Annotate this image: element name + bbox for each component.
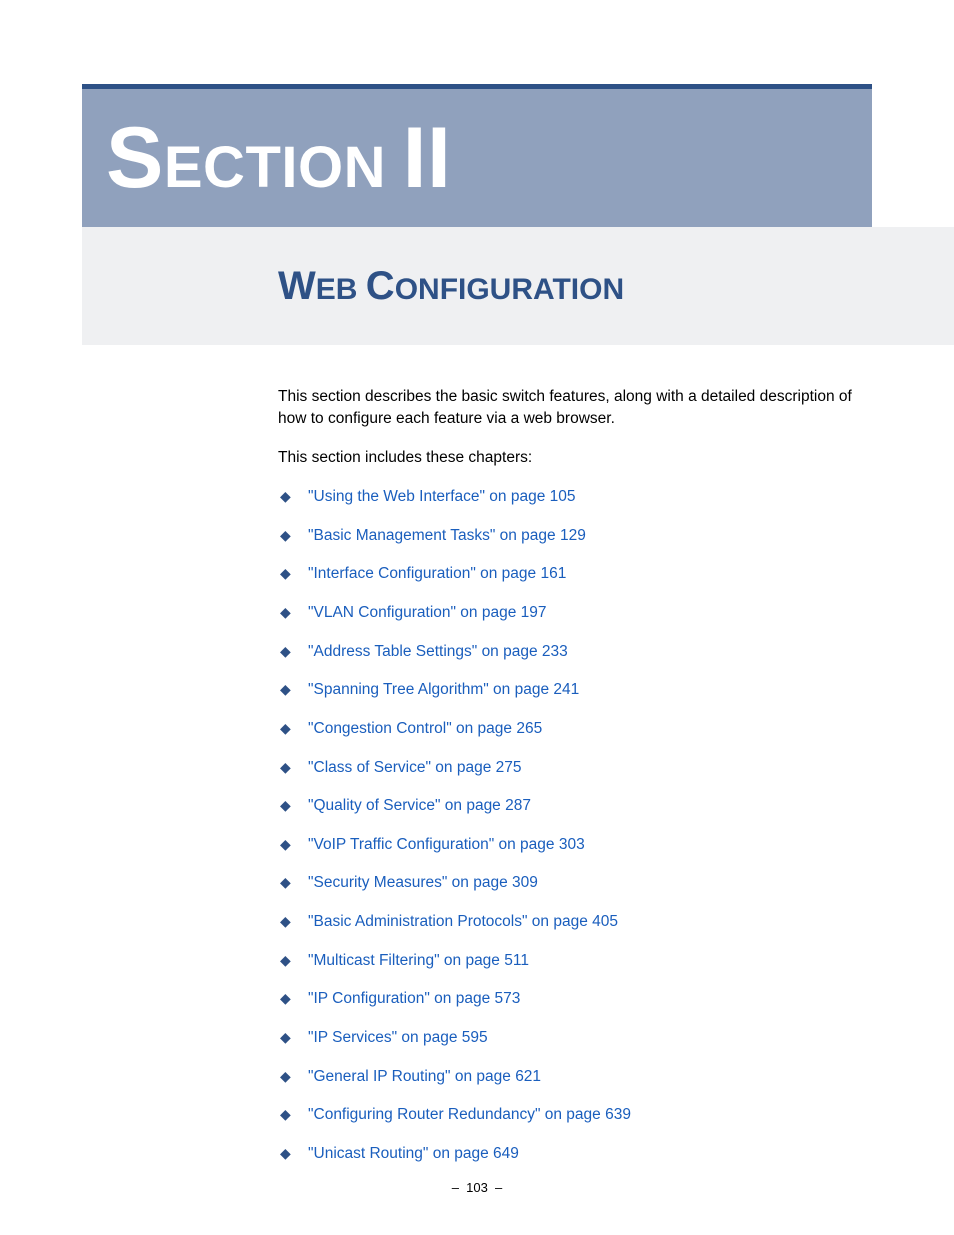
page-title: WEB CONFIGURATION: [278, 264, 624, 309]
list-item: "Interface Configuration" on page 161: [278, 564, 870, 584]
list-item: "Quality of Service" on page 287: [278, 796, 870, 816]
section-cap-1: S: [106, 110, 164, 206]
list-item: "Basic Management Tasks" on page 129: [278, 526, 870, 546]
section-space: [386, 135, 403, 200]
chapter-link[interactable]: "Basic Management Tasks" on page 129: [308, 527, 586, 544]
chapter-link[interactable]: "IP Services" on page 595: [308, 1029, 488, 1046]
chapter-link[interactable]: "Congestion Control" on page 265: [308, 720, 542, 737]
list-item: "Congestion Control" on page 265: [278, 719, 870, 739]
heading-space-1: [357, 273, 365, 306]
heading-small-1: EB: [316, 273, 358, 306]
heading-small-2: ONFIGURATION: [395, 273, 624, 306]
heading-cap-2: C: [366, 264, 395, 308]
list-item: "Spanning Tree Algorithm" on page 241: [278, 680, 870, 700]
list-item: "Configuring Router Redundancy" on page …: [278, 1105, 870, 1125]
list-item: "VoIP Traffic Configuration" on page 303: [278, 835, 870, 855]
chapter-link[interactable]: "Multicast Filtering" on page 511: [308, 952, 529, 969]
list-item: "Using the Web Interface" on page 105: [278, 487, 870, 507]
list-item: "Class of Service" on page 275: [278, 758, 870, 778]
section-label: SECTION II: [106, 109, 451, 208]
chapter-link[interactable]: "Address Table Settings" on page 233: [308, 643, 568, 660]
chapter-link[interactable]: "VoIP Traffic Configuration" on page 303: [308, 836, 585, 853]
section-cap-2: II: [403, 110, 452, 206]
list-item: "Basic Administration Protocols" on page…: [278, 912, 870, 932]
list-item: "Address Table Settings" on page 233: [278, 642, 870, 662]
chapter-link[interactable]: "Using the Web Interface" on page 105: [308, 488, 576, 505]
chapter-link[interactable]: "Basic Administration Protocols" on page…: [308, 913, 618, 930]
chapter-link[interactable]: "Interface Configuration" on page 161: [308, 565, 566, 582]
intro-paragraph-2: This section includes these chapters:: [278, 447, 870, 469]
chapter-link[interactable]: "Configuring Router Redundancy" on page …: [308, 1106, 631, 1123]
chapter-link[interactable]: "Security Measures" on page 309: [308, 874, 538, 891]
content: This section describes the basic switch …: [278, 386, 870, 1183]
list-item: "Unicast Routing" on page 649: [278, 1144, 870, 1164]
list-item: "Multicast Filtering" on page 511: [278, 951, 870, 971]
section-small-1: ECTION: [164, 135, 386, 200]
section-band: SECTION II: [82, 89, 872, 227]
chapter-link[interactable]: "Class of Service" on page 275: [308, 759, 522, 776]
list-item: "VLAN Configuration" on page 197: [278, 603, 870, 623]
chapter-link[interactable]: "Spanning Tree Algorithm" on page 241: [308, 681, 579, 698]
chapter-link[interactable]: "IP Configuration" on page 573: [308, 990, 520, 1007]
intro-paragraph-1: This section describes the basic switch …: [278, 386, 870, 429]
chapter-link[interactable]: "Quality of Service" on page 287: [308, 797, 531, 814]
list-item: "Security Measures" on page 309: [278, 873, 870, 893]
chapter-link[interactable]: "General IP Routing" on page 621: [308, 1068, 541, 1085]
chapter-link[interactable]: "VLAN Configuration" on page 197: [308, 604, 547, 621]
list-item: "IP Services" on page 595: [278, 1028, 870, 1048]
page-number: – 103 –: [0, 1180, 954, 1195]
heading-band: WEB CONFIGURATION: [82, 227, 954, 345]
chapter-link[interactable]: "Unicast Routing" on page 649: [308, 1145, 519, 1162]
list-item: "IP Configuration" on page 573: [278, 989, 870, 1009]
chapter-list: "Using the Web Interface" on page 105 "B…: [278, 487, 870, 1164]
heading-cap-1: W: [278, 264, 316, 308]
list-item: "General IP Routing" on page 621: [278, 1067, 870, 1087]
